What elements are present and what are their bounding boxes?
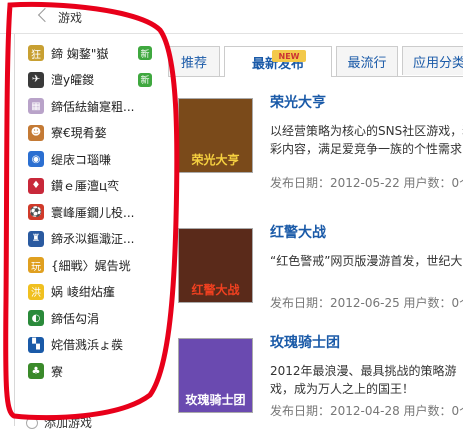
- sidebar-game-item[interactable]: 洪娲 崚绀炶瘽: [18, 279, 158, 306]
- sidebar-item-label: 澶у皬鍐: [51, 73, 95, 88]
- game-sidebar: 狂鍗 婅鍪"嶽新 ✈ 澶у皬鍐新 ▦ 鍗佸紶鏀寔粗... ☻ 寮€現肴嫯 ◉ 缇庡コ瑙嗛 ♦ 鑽ｅ厜…: [18, 40, 158, 385]
- left-divider: [14, 34, 15, 426]
- game-app-icon: 洪: [28, 283, 44, 300]
- sidebar-game-item[interactable]: ▦ 鍗佸紶鏀寔粗...: [18, 93, 158, 120]
- game-meta: 发布日期：2012-05-22 用户数：0个: [270, 176, 463, 190]
- top-bar: 游戏: [0, 0, 463, 34]
- tab-bar: 推荐 最新发布 最流行 应用分类: [168, 46, 463, 77]
- back-arrow-icon[interactable]: [37, 7, 53, 23]
- tab-label: 最流行: [347, 56, 387, 71]
- sidebar-game-item[interactable]: ✈ 澶у皬鍐 新: [18, 67, 158, 94]
- sidebar-game-item[interactable]: ☻ 寮€現肴嫯: [18, 120, 158, 147]
- thumbnail-caption: 玫瑰骑士团: [185, 393, 246, 407]
- thumbnail-caption: 荣光大亨: [191, 153, 240, 167]
- sidebar-game-item[interactable]: ♦ 鑽ｅ厜澶ц亪: [18, 173, 158, 200]
- sidebar-item-label: 鍗佸勾涓: [51, 311, 100, 326]
- sidebar-item-label: 缇庡コ瑙嗛: [51, 152, 112, 167]
- sidebar-game-item[interactable]: ♜ 鍗氶泤鏂濈泟...: [18, 226, 158, 253]
- game-app-icon: ♜: [28, 230, 44, 247]
- game-app-icon: 狂: [28, 45, 44, 62]
- game-app-icon: ▦: [28, 98, 44, 115]
- sidebar-item-label: 娲 崚绀炶瘽: [51, 285, 115, 300]
- sidebar-item-label: 寰峰厜鐗儿杸...: [51, 205, 135, 220]
- gear-icon: [26, 416, 38, 429]
- new-badge: 新: [138, 46, 152, 60]
- game-title-link[interactable]: 玫瑰骑士团: [270, 332, 340, 352]
- game-thumbnail[interactable]: 玫瑰骑士团: [178, 338, 253, 413]
- add-game-item[interactable]: 添加游戏: [26, 414, 92, 431]
- sidebar-game-item[interactable]: ◉ 缇庡コ瑙嗛: [18, 146, 158, 173]
- sidebar-game-item[interactable]: 玩 {細戦〉娓告垙: [18, 252, 158, 279]
- tab-recommend[interactable]: 推荐: [168, 46, 220, 76]
- game-app-icon: ◐: [28, 310, 44, 327]
- game-meta: 发布日期：2012-04-28 用户数：0个: [270, 404, 463, 418]
- game-app-icon: ◉: [28, 151, 44, 168]
- game-entry[interactable]: 荣光大亨 荣光大亨 以经营策略为核心的SNS社区游戏，精彩内容，满足爱竞争一族的个性…: [178, 92, 463, 192]
- sidebar-item-label: 寮: [51, 364, 64, 379]
- game-title-link[interactable]: 红警大战: [270, 222, 326, 242]
- window-title: 游戏: [58, 11, 83, 25]
- sidebar-item-label: 鍗氶泤鏂濈泟...: [51, 232, 135, 247]
- game-meta: 发布日期：2012-06-25 用户数：0个: [270, 296, 463, 310]
- game-app-icon: ♦: [28, 177, 44, 194]
- game-app-icon: ▚: [28, 336, 44, 353]
- sidebar-game-item[interactable]: ♣ 寮: [18, 358, 158, 385]
- tab-categories[interactable]: 应用分类: [402, 46, 463, 75]
- thumbnail-caption: 红警大战: [191, 283, 240, 297]
- add-game-label: 添加游戏: [44, 416, 93, 430]
- tab-label: 推荐: [180, 56, 207, 71]
- game-entry[interactable]: 红警大战 红警大战 “红色警戒”网页版漫游首发，世纪大战 发布日期：2012-06-2…: [178, 222, 463, 322]
- game-entry[interactable]: 玫瑰骑士团 玫瑰骑士团 2012年最浪漫、最具挑战的策略游戏，成为万人之上的国王！发…: [178, 332, 463, 432]
- sidebar-item-label: 寮€現肴嫯: [51, 126, 107, 141]
- game-title-link[interactable]: 荣光大亨: [270, 92, 326, 112]
- game-app-icon: ⚽: [28, 204, 44, 221]
- game-description: 以经营策略为核心的SNS社区游戏，精彩内容，满足爱竞争一族的个性需求: [270, 124, 463, 156]
- game-app-icon: ♣: [28, 363, 44, 380]
- tab-label: 应用分类: [413, 55, 463, 71]
- game-thumbnail[interactable]: 红警大战: [178, 228, 253, 303]
- game-app-icon: ✈: [28, 71, 44, 88]
- sidebar-item-label: 姹借溅浜ょ彂: [51, 338, 124, 353]
- game-app-icon: 玩: [28, 257, 44, 274]
- sidebar-game-item[interactable]: ▚ 姹借溅浜ょ彂: [18, 332, 158, 359]
- tab-popular[interactable]: 最流行: [336, 46, 398, 76]
- game-app-icon: ☻: [28, 124, 44, 141]
- game-thumbnail[interactable]: 荣光大亨: [178, 98, 253, 173]
- sidebar-item-label: 鍗 婅鍪"嶽: [51, 46, 109, 61]
- sidebar-item-label: {細戦〉娓告垙: [51, 258, 131, 273]
- sidebar-game-item[interactable]: ⚽ 寰峰厜鐗儿杸...: [18, 199, 158, 226]
- sidebar-item-label: 鑽ｅ厜澶ц亪: [51, 179, 120, 194]
- sidebar-item-label: 鍗佸紶鏀寔粗...: [51, 99, 135, 114]
- game-description: 2012年最浪漫、最具挑战的策略游戏，成为万人之上的国王！: [270, 364, 457, 396]
- game-description: “红色警戒”网页版漫游首发，世纪大战: [270, 254, 463, 268]
- sidebar-game-item[interactable]: ◐ 鍗佸勾涓: [18, 305, 158, 332]
- sidebar-game-item[interactable]: 狂鍗 婅鍪"嶽 新: [18, 40, 158, 67]
- new-badge: 新: [138, 72, 152, 87]
- new-flag-badge: NEW: [272, 50, 306, 62]
